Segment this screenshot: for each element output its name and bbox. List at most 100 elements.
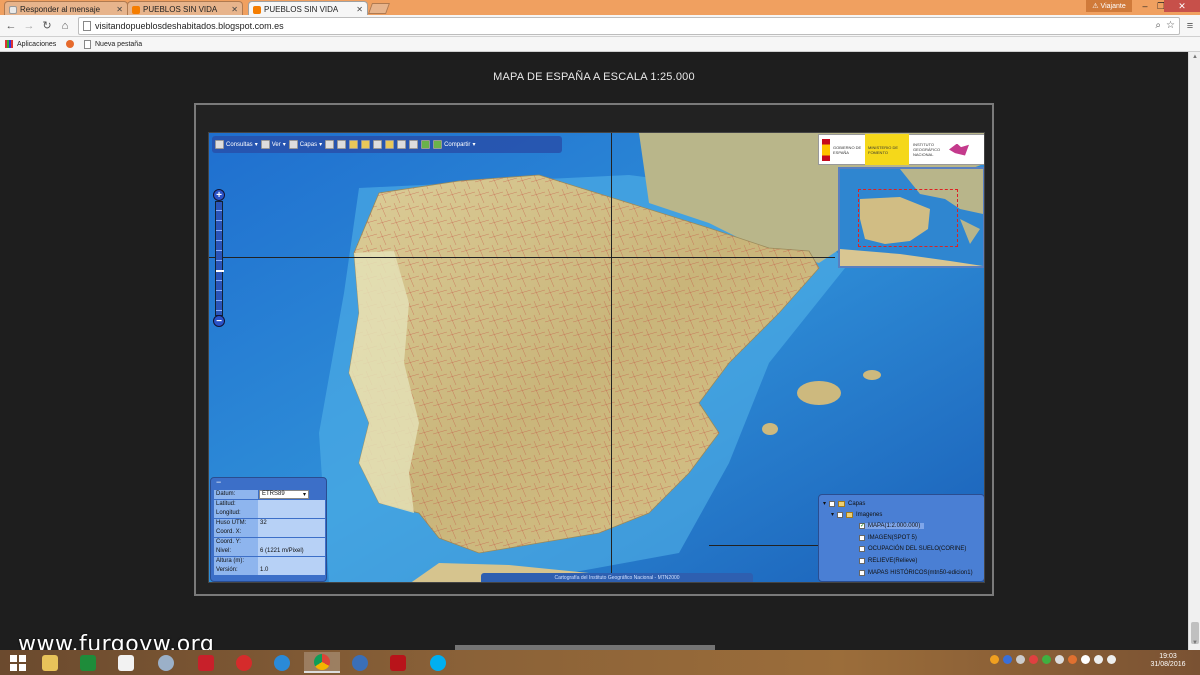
tray-icon[interactable] bbox=[990, 655, 999, 664]
consultas-menu[interactable]: Consultas ▾ bbox=[215, 140, 258, 149]
zoom-in-button[interactable]: + bbox=[213, 189, 225, 201]
compartir-menu[interactable]: Compartir ▾ bbox=[433, 140, 475, 149]
close-icon[interactable]: ✕ bbox=[116, 5, 123, 14]
address-bar[interactable]: visitandopueblosdeshabitados.blogspot.co… bbox=[78, 17, 1180, 35]
tray-icon[interactable] bbox=[1055, 655, 1064, 664]
capas-menu[interactable]: Capas ▾ bbox=[288, 140, 322, 149]
layer-label: MAPAS HISTÓRICOS(mtn50-edicion1) bbox=[868, 570, 973, 576]
tool-area[interactable] bbox=[361, 140, 371, 149]
layer-item-relieve[interactable]: RELIEVE(Relieve) bbox=[859, 558, 917, 564]
info-row-datum: Datum: ETRS89 ▾ bbox=[214, 490, 325, 499]
bookmark-new-tab[interactable]: Nueva pestaña bbox=[84, 40, 142, 49]
page-scrollbar[interactable]: ▲ ▼ bbox=[1188, 52, 1200, 650]
layer-root[interactable]: ▾ Capas bbox=[823, 500, 865, 507]
overview-extent[interactable] bbox=[858, 189, 958, 247]
map-viewer[interactable]: Consultas ▾ Ver ▾ Capas ▾ Compartir ▾ GOBIER… bbox=[208, 132, 985, 583]
tool-profile[interactable] bbox=[373, 140, 383, 149]
layer-checkbox[interactable] bbox=[859, 522, 865, 529]
zoom-tick bbox=[216, 220, 222, 221]
expand-icon: ▾ bbox=[831, 512, 835, 518]
close-icon[interactable]: ✕ bbox=[356, 5, 363, 14]
tray-icon[interactable] bbox=[1042, 655, 1051, 664]
tool-marker[interactable] bbox=[385, 140, 395, 149]
info-row-altura: Altura (m): bbox=[214, 557, 325, 566]
layer-item-ocupacion[interactable]: OCUPACIÓN DEL SUELO(CORINE) bbox=[859, 546, 966, 552]
taskbar-acrobat[interactable] bbox=[380, 652, 416, 673]
taskbar-app-6[interactable] bbox=[226, 652, 262, 673]
zoom-tick bbox=[216, 240, 222, 241]
home-button[interactable]: ⌂ bbox=[58, 19, 72, 33]
menu-label: Consultas bbox=[226, 141, 253, 148]
star-icon[interactable]: ☆ bbox=[1166, 20, 1175, 31]
scroll-up-icon[interactable]: ▲ bbox=[1191, 54, 1199, 62]
layer-checkbox[interactable] bbox=[837, 511, 844, 518]
new-tab-button[interactable] bbox=[367, 3, 391, 14]
forward-button[interactable]: → bbox=[22, 19, 36, 33]
taskbar-explorer[interactable] bbox=[32, 652, 68, 673]
tray-icon[interactable] bbox=[1016, 655, 1025, 664]
tool-download[interactable] bbox=[337, 140, 347, 149]
bookmark-label: Nueva pestaña bbox=[95, 41, 143, 48]
layer-checkbox[interactable] bbox=[859, 535, 865, 541]
layer-item-mapa[interactable]: MAPA(1:2.000.000) bbox=[859, 522, 925, 529]
taskbar-skype[interactable] bbox=[420, 652, 456, 673]
tab-title: Responder al mensaje bbox=[20, 5, 101, 14]
tool-fullscreen[interactable] bbox=[421, 140, 431, 149]
tool-clear[interactable] bbox=[409, 140, 419, 149]
taskbar-clock[interactable]: 19:03 31/08/2016 bbox=[1148, 653, 1188, 669]
taskbar-app-5[interactable] bbox=[188, 652, 224, 673]
bookmark-extra[interactable] bbox=[66, 40, 74, 48]
layer-checkbox[interactable] bbox=[829, 500, 836, 507]
zoom-icon[interactable]: ⌕ bbox=[1155, 20, 1161, 31]
tray-icon[interactable] bbox=[1029, 655, 1038, 664]
overview-map[interactable] bbox=[838, 167, 984, 268]
ign-logo: GOBIERNO DE ESPAÑA MINISTERIO DE FOMENTO… bbox=[818, 134, 984, 165]
volume-icon[interactable] bbox=[1107, 655, 1116, 664]
tab-pueblos-2[interactable]: PUEBLOS SIN VIDA ✕ bbox=[248, 1, 368, 15]
taskbar-earth[interactable] bbox=[342, 652, 378, 673]
scroll-down-icon[interactable]: ▼ bbox=[1191, 640, 1199, 648]
info-value bbox=[258, 557, 325, 566]
tab-responder[interactable]: Responder al mensaje ✕ bbox=[4, 1, 128, 15]
layer-item-imagen[interactable]: IMAGEN(SPOT 5) bbox=[859, 535, 917, 541]
datum-select[interactable]: ETRS89 ▾ bbox=[259, 490, 309, 499]
network-icon[interactable] bbox=[1094, 655, 1103, 664]
zoom-tick bbox=[216, 290, 222, 291]
tool-measure[interactable] bbox=[349, 140, 359, 149]
zoom-handle[interactable] bbox=[216, 270, 224, 272]
close-icon[interactable]: ✕ bbox=[231, 5, 238, 14]
close-window-button[interactable]: ✕ bbox=[1164, 0, 1200, 12]
tray-icon[interactable] bbox=[1081, 655, 1090, 664]
browser-toolbar: ← → ↻ ⌂ visitandopueblosdeshabitados.blo… bbox=[0, 15, 1200, 37]
zoom-slider[interactable] bbox=[215, 201, 224, 316]
layer-checkbox[interactable] bbox=[859, 546, 865, 552]
taskbar-app-4[interactable] bbox=[148, 652, 184, 673]
tray-icon[interactable] bbox=[1068, 655, 1077, 664]
taskbar-chrome[interactable] bbox=[304, 652, 340, 673]
info-row-coord-x: Coord. X: bbox=[214, 528, 325, 537]
bookmark-apps[interactable]: Aplicaciones bbox=[5, 40, 56, 48]
panel-collapse-button[interactable]: − bbox=[211, 478, 326, 488]
zoom-out-button[interactable]: − bbox=[213, 315, 225, 327]
layer-checkbox[interactable] bbox=[859, 558, 865, 564]
ver-menu[interactable]: Ver ▾ bbox=[260, 140, 286, 149]
tool-print[interactable] bbox=[325, 140, 335, 149]
area-icon bbox=[361, 140, 371, 149]
taskbar-excel[interactable] bbox=[70, 652, 106, 673]
tray-icon[interactable] bbox=[1003, 655, 1012, 664]
layer-item-mapas-historicos[interactable]: MAPAS HISTÓRICOS(mtn50-edicion1) bbox=[859, 570, 973, 576]
info-key: Coord. Y: bbox=[214, 538, 258, 547]
layer-group-imagenes[interactable]: ▾ Imagenes bbox=[831, 511, 882, 518]
back-button[interactable]: ← bbox=[4, 19, 18, 33]
layer-checkbox[interactable] bbox=[859, 570, 865, 576]
zoom-tick bbox=[216, 250, 222, 251]
tab-pueblos-1[interactable]: PUEBLOS SIN VIDA ✕ bbox=[127, 1, 243, 15]
reload-button[interactable]: ↻ bbox=[40, 19, 54, 33]
bookmark-label: Aplicaciones bbox=[17, 40, 57, 48]
start-button[interactable] bbox=[0, 652, 36, 673]
taskbar-ie[interactable] bbox=[264, 652, 300, 673]
taskbar-file[interactable] bbox=[108, 652, 144, 673]
menu-icon[interactable]: ≡ bbox=[1183, 19, 1197, 33]
profile-button[interactable]: ⚠ Viajante bbox=[1086, 0, 1132, 12]
tool-info[interactable] bbox=[397, 140, 407, 149]
